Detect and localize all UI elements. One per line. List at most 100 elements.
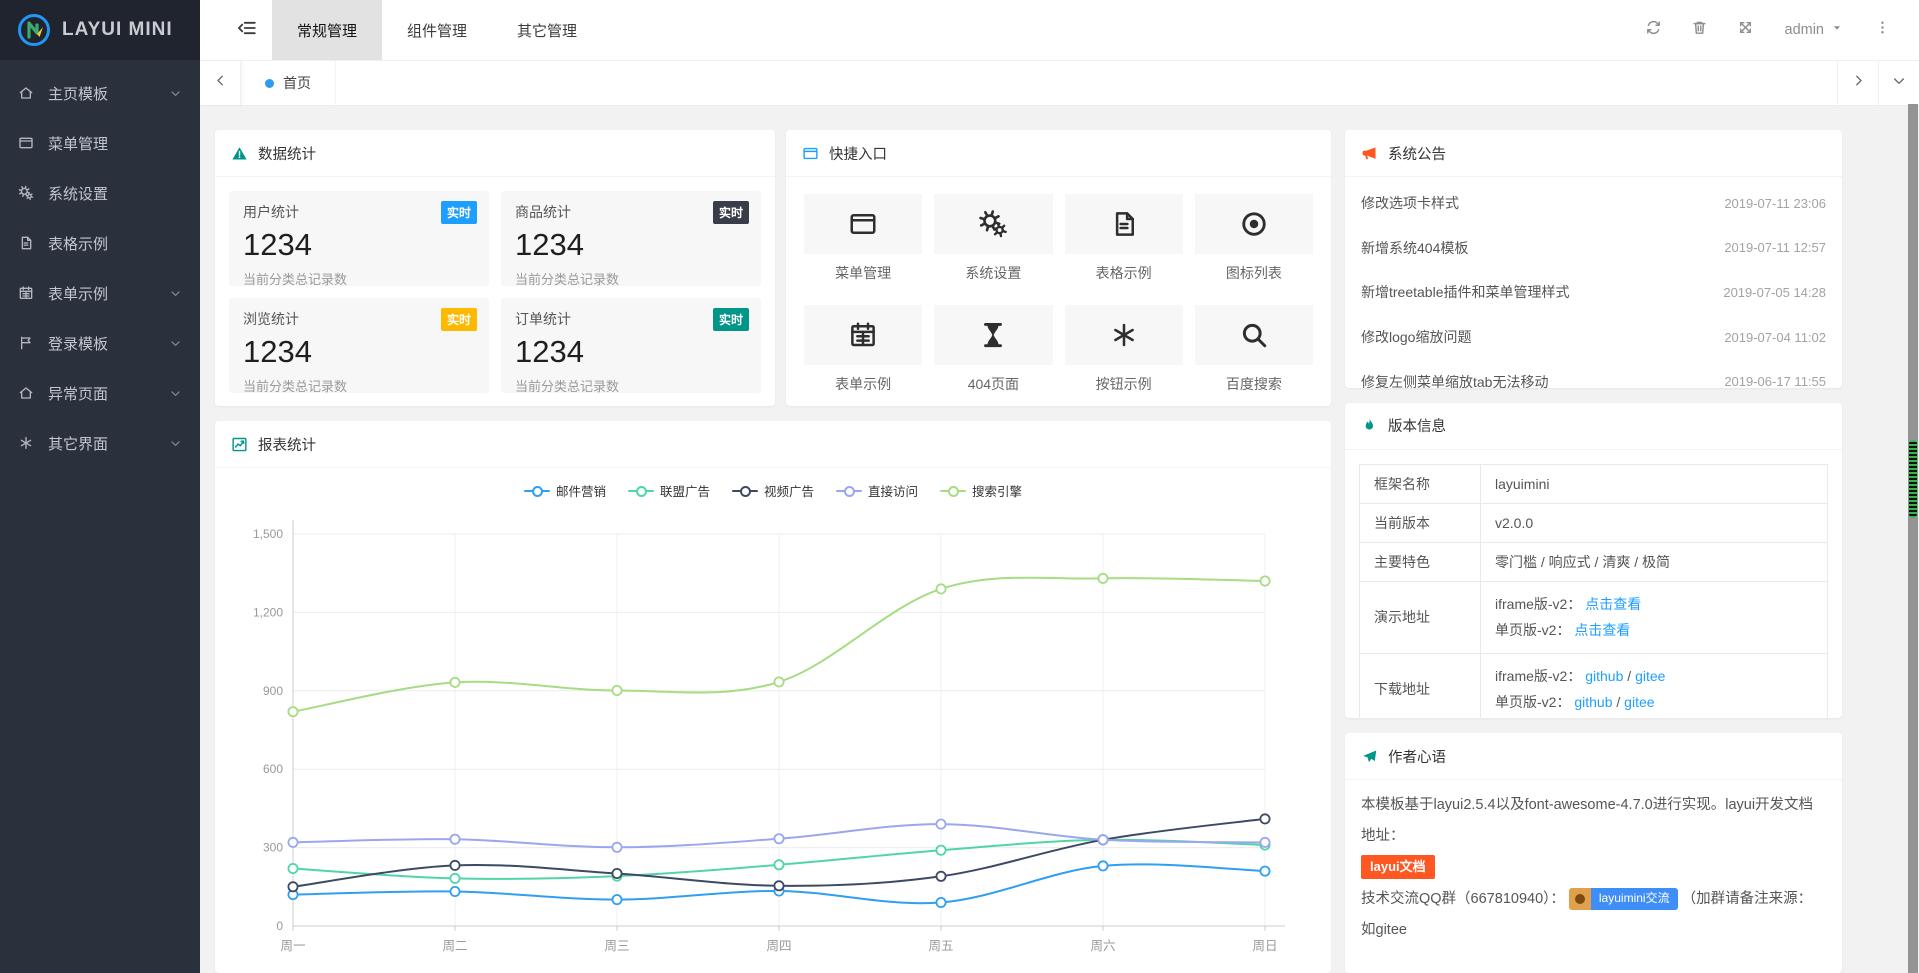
user-menu[interactable]: admin [1769,0,1860,60]
collapse-menu-icon[interactable] [222,0,272,60]
legend-item-联盟广告[interactable]: 联盟广告 [628,481,710,500]
fullscreen-icon[interactable] [1723,0,1769,60]
quick-entry-form-demo[interactable]: 表单示例 [804,305,922,394]
legend-item-搜索引擎[interactable]: 搜索引擎 [940,481,1022,500]
page-content: 数据统计 用户统计实时1234当前分类总记录数商品统计实时1234当前分类总记录… [200,106,1919,973]
notice-row[interactable]: 修复左侧菜单缩放tab无法移动2019-06-17 11:55 [1361,359,1826,387]
version-link-line: iframe版-v2： github / gitee [1495,663,1813,690]
panel-quick-entry: 快捷入口 菜单管理系统设置表格示例图标列表表单示例404页面按钮示例百度搜索 [786,130,1331,406]
scrollbar-thumb[interactable] [1909,440,1917,518]
panel-header: 系统公告 [1345,130,1842,177]
sidebar-menu: 主页模板菜单管理系统设置表格示例表单示例登录模板异常页面其它界面 [0,60,200,468]
legend-label: 视频广告 [764,481,814,500]
link-gitee[interactable]: gitee [1624,694,1654,710]
panel-report: 报表统计 邮件营销联盟广告视频广告直接访问搜索引擎 03006009001,20… [215,421,1331,973]
topnav-tab-general[interactable]: 常规管理 [272,0,382,60]
svg-text:周日: 周日 [1252,939,1277,953]
legend-marker [524,485,550,497]
refresh-icon[interactable] [1631,0,1677,60]
panel-title: 作者心语 [1388,746,1446,767]
notice-text: 修改选项卡样式 [1361,193,1459,213]
gears-icon [18,185,38,201]
topnav-tab-components[interactable]: 组件管理 [382,0,492,60]
version-row-下载地址: 下载地址iframe版-v2： github / gitee单页版-v2： gi… [1360,653,1828,718]
more-options-icon[interactable] [1859,0,1905,60]
panel-author-words: 作者心语 本模板基于layui2.5.4以及font-awesome-4.7.0… [1345,733,1842,973]
tab-bar: 首页 [200,61,1919,106]
legend-item-直接访问[interactable]: 直接访问 [836,481,918,500]
notice-list: 修改选项卡样式2019-07-11 23:06新增系统404模板2019-07-… [1345,177,1842,388]
version-row-主要特色: 主要特色零门槛 / 响应式 / 清爽 / 极简 [1360,542,1828,581]
legend-label: 搜索引擎 [972,481,1022,500]
version-label: 主要特色 [1360,542,1481,581]
link-github[interactable]: github [1585,668,1623,684]
quick-entry-table-demo[interactable]: 表格示例 [1065,194,1183,283]
calendar-icon [804,305,922,365]
sidebar-item-form-demo[interactable]: 表单示例 [0,268,200,318]
link-点击查看[interactable]: 点击查看 [1574,622,1630,638]
notice-text: 新增treetable插件和菜单管理样式 [1361,282,1569,302]
svg-text:周三: 周三 [604,939,629,953]
notice-text: 修复左侧菜单缩放tab无法移动 [1361,372,1548,388]
sidebar-item-error-pages[interactable]: 异常页面 [0,368,200,418]
quick-entry-page-404[interactable]: 404页面 [934,305,1052,394]
page-tab-首页[interactable]: 首页 [241,61,336,105]
tabs-dropdown[interactable] [1878,61,1919,105]
legend-label: 直接访问 [868,481,918,500]
version-link-line: iframe版-v2： 点击查看 [1495,591,1813,618]
sidebar-item-menu-management[interactable]: 菜单管理 [0,118,200,168]
sidebar-item-login-template[interactable]: 登录模板 [0,318,200,368]
logo[interactable]: LAYUI MINI [0,0,200,60]
logo-text: LAYUI MINI [62,19,173,41]
sidebar-item-label: 主页模板 [48,83,108,104]
legend-marker [732,485,758,497]
file-icon [18,235,38,251]
quick-entry-menu-management[interactable]: 菜单管理 [804,194,922,283]
stat-desc: 当前分类总记录数 [243,269,475,288]
svg-text:900: 900 [263,684,283,698]
stat-card-用户统计: 用户统计实时1234当前分类总记录数 [229,191,489,286]
sidebar-item-table-demo[interactable]: 表格示例 [0,218,200,268]
svg-text:600: 600 [263,762,283,776]
tabs-scroll-right[interactable] [1837,61,1878,105]
home-icon [18,85,38,101]
notice-row[interactable]: 修改logo缩放问题2019-07-04 11:02 [1361,315,1826,360]
quick-entry-button-demo[interactable]: 按钮示例 [1065,305,1183,394]
legend-item-视频广告[interactable]: 视频广告 [732,481,814,500]
link-github[interactable]: github [1574,694,1612,710]
qq-group-badge[interactable]: layuimini交流 [1569,888,1678,910]
link-gitee[interactable]: gitee [1635,668,1665,684]
svg-text:1,200: 1,200 [253,605,283,619]
notice-row[interactable]: 修改选项卡样式2019-07-11 23:06 [1361,181,1826,226]
quick-entry-system-settings[interactable]: 系统设置 [934,194,1052,283]
quick-entry-label: 表单示例 [804,374,922,394]
app-window: LAYUI MINI 主页模板菜单管理系统设置表格示例表单示例登录模板异常页面其… [0,0,1919,973]
sidebar-item-home-template[interactable]: 主页模板 [0,68,200,118]
notice-date: 2019-07-05 14:28 [1723,285,1826,300]
svg-text:周二: 周二 [442,939,467,953]
flag-icon [18,335,38,351]
quick-grid: 菜单管理系统设置表格示例图标列表表单示例 404页面按钮示例百度搜索 [786,177,1331,406]
quick-entry-label: 百度搜索 [1195,374,1313,394]
chart-legend: 邮件营销 联盟广告 视频广告 直接访问 搜索引擎 [215,468,1331,500]
notice-row[interactable]: 新增treetable插件和菜单管理样式 2019-07-05 14:28 [1361,270,1826,315]
chevron-down-icon [169,337,182,350]
legend-marker [628,485,654,497]
notice-row[interactable]: 新增系统404模板2019-07-11 12:57 [1361,226,1826,271]
topnav-tab-other[interactable]: 其它管理 [492,0,602,60]
scrollbar[interactable] [1908,104,1918,973]
quick-entry-label: 404页面 [934,374,1052,394]
quick-entry-icon-list[interactable]: 图标列表 [1195,194,1313,283]
link-点击查看[interactable]: 点击查看 [1585,596,1641,612]
clear-cache-icon[interactable] [1677,0,1723,60]
version-link-line: 单页版-v2： github / gitee [1495,689,1813,716]
layui-doc-badge[interactable]: layui文档 [1361,855,1435,879]
sidebar-item-other-ui[interactable]: 其它界面 [0,418,200,468]
line-chart: 03006009001,2001,500周一周二周三周四周五周六周日 [215,500,1331,973]
panel-version-info: 版本信息 框架名称layuimini当前版本v2.0.0主要特色零门槛 / 响应… [1345,403,1842,718]
legend-item-邮件营销[interactable]: 邮件营销 [524,481,606,500]
panel-header: 版本信息 [1345,403,1842,450]
tabs-scroll-left[interactable] [200,61,241,105]
quick-entry-baidu-search[interactable]: 百度搜索 [1195,305,1313,394]
sidebar-item-system-settings[interactable]: 系统设置 [0,168,200,218]
